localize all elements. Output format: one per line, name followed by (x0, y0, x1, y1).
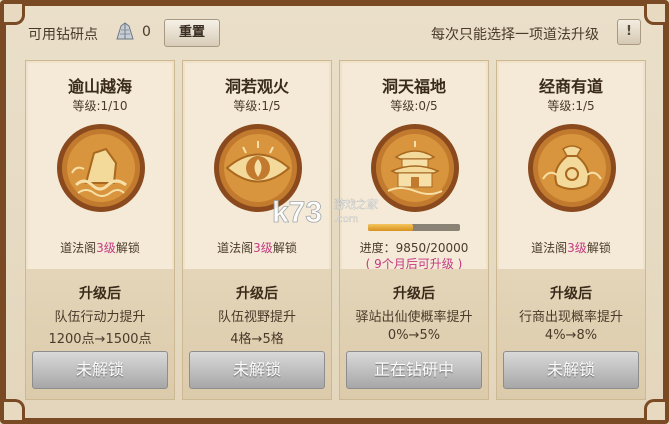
frame-corner (644, 399, 665, 420)
reset-button[interactable]: 重置 (164, 19, 220, 47)
after-upgrade-change: 0%→5% (387, 328, 441, 343)
skill-level: 等级:1/5 (547, 99, 595, 113)
after-upgrade-desc: 驿站出仙使概率提升 (355, 310, 473, 325)
watermark-logo: k73 (272, 196, 322, 229)
skill-title: 经商有道 (538, 77, 603, 96)
frame-corner (644, 4, 665, 25)
skill-title: 洞若观火 (224, 77, 289, 96)
unlock-button[interactable]: 未解锁 (503, 351, 639, 389)
after-upgrade-title: 升级后 (550, 286, 592, 302)
money-bag-icon (528, 124, 616, 212)
upgrade-hint: 每次只能选择一项道法升级 (431, 27, 599, 43)
skill-level: 等级:1/10 (72, 99, 128, 113)
upgrade-panel: 升级后 驿站出仙使概率提升 0%→5% 正在钻研中 (340, 269, 488, 399)
after-upgrade-title: 升级后 (236, 286, 278, 302)
upgrade-panel: 升级后 队伍行动力提升 1200点→1500点 未解锁 (26, 269, 174, 399)
skill-card[interactable]: 逾山越海 等级:1/10 道法阁3级解锁 升级后 队伍行动力提升 1200点→1… (25, 60, 175, 400)
after-upgrade-desc: 行商出现概率提升 (518, 310, 623, 325)
research-progress-text: 进度：9850/20000 (359, 241, 469, 255)
unlock-button[interactable]: 未解锁 (189, 351, 325, 389)
after-upgrade-title: 升级后 (79, 286, 121, 302)
researching-button[interactable]: 正在钻研中 (346, 351, 482, 389)
unlock-requirement: 道法阁3级解锁 (531, 241, 611, 255)
mountain-wave-icon (57, 124, 145, 212)
skill-title: 洞天福地 (381, 77, 446, 96)
skill-level: 等级:0/5 (390, 99, 438, 113)
research-point-icon (116, 22, 134, 40)
unlock-requirement: 道法阁3级解锁 (60, 241, 140, 255)
unlock-button[interactable]: 未解锁 (32, 351, 168, 389)
after-upgrade-desc: 队伍行动力提升 (54, 310, 146, 325)
upgrade-panel: 升级后 队伍视野提升 4格→5格 未解锁 (183, 269, 331, 399)
frame-corner (4, 4, 25, 25)
skill-title: 逾山越海 (67, 77, 132, 96)
after-upgrade-change: 4%→8% (544, 328, 598, 343)
skill-level: 等级:1/5 (233, 99, 281, 113)
points-label: 可用钻研点 (28, 27, 98, 43)
frame-corner (4, 399, 25, 420)
skill-card[interactable]: 经商有道 等级:1/5 道法阁3级解锁 升级后 行商出现概率提升 4%→8% 未… (496, 60, 646, 400)
after-upgrade-title: 升级后 (393, 286, 435, 302)
watermark-text: 游戏之家 (334, 197, 378, 211)
k73-watermark: k73 游戏之家 .com (272, 196, 379, 230)
after-upgrade-desc: 队伍视野提升 (217, 310, 296, 325)
upgrade-panel: 升级后 行商出现概率提升 4%→8% 未解锁 (497, 269, 645, 399)
watermark-url: .com (334, 214, 359, 225)
unlock-requirement: 道法阁3级解锁 (217, 241, 297, 255)
points-value: 0 (142, 24, 151, 40)
after-upgrade-change: 1200点→1500点 (48, 332, 152, 347)
top-bar: 可用钻研点 0 重置 每次只能选择一项道法升级 ! (28, 18, 641, 48)
after-upgrade-change: 4格→5格 (230, 332, 284, 347)
info-button[interactable]: ! (617, 19, 641, 45)
